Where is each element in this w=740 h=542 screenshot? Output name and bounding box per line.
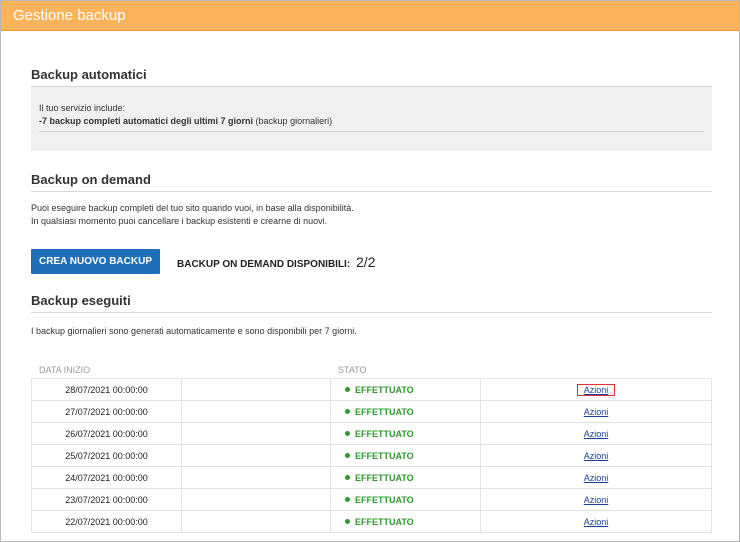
backup-status-label: EFFETTUATO: [355, 450, 414, 461]
backup-status-label: EFFETTUATO: [355, 428, 414, 439]
status-dot-icon: [345, 387, 350, 392]
actions-link[interactable]: Azioni: [578, 517, 615, 527]
backup-status: EFFETTUATO: [330, 511, 480, 532]
backup-date: 25/07/2021 00:00:00: [31, 445, 181, 466]
completed-backups-title: Backup eseguiti: [31, 293, 712, 313]
actions-link[interactable]: Azioni: [578, 451, 615, 461]
available-backups-label: BACKUP ON DEMAND DISPONIBILI:: [177, 258, 351, 270]
backup-date: 28/07/2021 00:00:00: [31, 379, 181, 400]
backup-status-label: EFFETTUATO: [355, 516, 414, 527]
empty-cell: [181, 511, 330, 532]
ondemand-line-1: Puoi eseguire backup completi del tuo si…: [31, 203, 354, 213]
backup-status-label: EFFETTUATO: [355, 494, 414, 505]
actions-link[interactable]: Azioni: [578, 473, 615, 483]
automatic-intro: Il tuo servizio include:: [39, 103, 126, 113]
status-dot-icon: [345, 475, 350, 480]
empty-cell: [181, 379, 330, 400]
backup-status: EFFETTUATO: [330, 445, 480, 466]
backup-status-label: EFFETTUATO: [355, 406, 414, 417]
available-backups: BACKUP ON DEMAND DISPONIBILI: 2/2: [177, 254, 375, 270]
table-row: 22/07/2021 00:00:00 EFFETTUATO Azioni: [31, 511, 712, 533]
column-header-status: STATO: [338, 365, 367, 375]
backup-date: 22/07/2021 00:00:00: [31, 511, 181, 532]
actions-cell: Azioni: [480, 489, 712, 510]
backup-date: 24/07/2021 00:00:00: [31, 467, 181, 488]
empty-cell: [181, 467, 330, 488]
actions-cell: Azioni: [480, 445, 712, 466]
table-row: 28/07/2021 00:00:00 EFFETTUATO Azioni: [31, 379, 712, 401]
backups-table-header: DATA INIZIO STATO: [31, 362, 712, 379]
completed-backups-description: I backup giornalieri sono generati autom…: [31, 326, 357, 336]
table-row: 26/07/2021 00:00:00 EFFETTUATO Azioni: [31, 423, 712, 445]
table-row: 27/07/2021 00:00:00 EFFETTUATO Azioni: [31, 401, 712, 423]
backup-status-label: EFFETTUATO: [355, 384, 414, 395]
backup-panel: Gestione backup Backup automatici Il tuo…: [0, 0, 740, 542]
actions-link[interactable]: Azioni: [576, 383, 616, 396]
automatic-backup-title: Backup automatici: [31, 67, 712, 87]
column-header-date: DATA INIZIO: [39, 365, 91, 375]
page-title: Gestione backup: [13, 7, 126, 24]
actions-link[interactable]: Azioni: [578, 495, 615, 505]
automatic-detail-note: (backup giornalieri): [255, 116, 333, 126]
backup-status: EFFETTUATO: [330, 401, 480, 422]
ondemand-line-2: In qualsiasi momento puoi cancellare i b…: [31, 216, 328, 226]
backups-table-body: 28/07/2021 00:00:00 EFFETTUATO Azioni 27/07…: [31, 379, 712, 533]
actions-link[interactable]: Azioni: [578, 407, 615, 417]
empty-cell: [181, 445, 330, 466]
page-header: Gestione backup: [1, 1, 739, 31]
automatic-backup-box: Il tuo servizio include: -7 backup compl…: [31, 87, 712, 151]
backup-status: EFFETTUATO: [330, 379, 480, 400]
status-dot-icon: [345, 431, 350, 436]
backup-status: EFFETTUATO: [330, 467, 480, 488]
empty-cell: [181, 489, 330, 510]
automatic-detail-bold: -7 backup completi automatici degli ulti…: [39, 116, 254, 126]
backup-date: 26/07/2021 00:00:00: [31, 423, 181, 444]
status-dot-icon: [345, 497, 350, 502]
create-backup-button[interactable]: CREA NUOVO BACKUP: [31, 249, 160, 274]
actions-cell: Azioni: [480, 379, 712, 400]
status-dot-icon: [345, 519, 350, 524]
actions-cell: Azioni: [480, 401, 712, 422]
available-backups-count: 2/2: [355, 253, 376, 270]
backup-date: 23/07/2021 00:00:00: [31, 489, 181, 510]
table-row: 24/07/2021 00:00:00 EFFETTUATO Azioni: [31, 467, 712, 489]
empty-cell: [181, 423, 330, 444]
table-row: 25/07/2021 00:00:00 EFFETTUATO Azioni: [31, 445, 712, 467]
ondemand-backup-title: Backup on demand: [31, 172, 712, 192]
backup-status: EFFETTUATO: [330, 423, 480, 444]
actions-cell: Azioni: [480, 423, 712, 444]
backup-status-label: EFFETTUATO: [355, 472, 414, 483]
backup-status: EFFETTUATO: [330, 489, 480, 510]
backup-date: 27/07/2021 00:00:00: [31, 401, 181, 422]
create-backup-row: CREA NUOVO BACKUP BACKUP ON DEMAND DISPO…: [31, 249, 712, 274]
actions-link[interactable]: Azioni: [578, 429, 615, 439]
automatic-detail: -7 backup completi automatici degli ulti…: [39, 116, 704, 132]
main-content: Backup automatici Il tuo servizio includ…: [31, 31, 712, 533]
status-dot-icon: [345, 453, 350, 458]
status-dot-icon: [345, 409, 350, 414]
actions-cell: Azioni: [480, 467, 712, 488]
actions-cell: Azioni: [480, 511, 712, 532]
empty-cell: [181, 401, 330, 422]
table-row: 23/07/2021 00:00:00 EFFETTUATO Azioni: [31, 489, 712, 511]
ondemand-description: Puoi eseguire backup completi del tuo si…: [31, 202, 712, 228]
